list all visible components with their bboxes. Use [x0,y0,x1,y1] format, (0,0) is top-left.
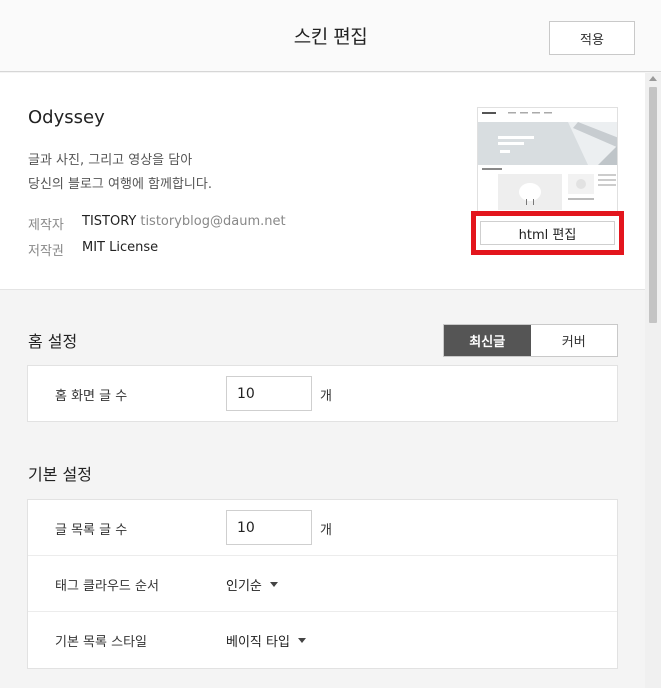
home-post-count-row: 홈 화면 글 수 10 개 [28,366,617,422]
settings-scroll-area: Odyssey 글과 사진, 그리고 영상을 담아 당신의 블로그 여행에 함께… [0,73,661,688]
post-list-count-row: 글 목록 글 수 10 개 [28,500,617,556]
tag-cloud-order-row: 태그 클라우드 순서 인기순 [28,556,617,612]
apply-button[interactable]: 적용 [549,21,635,55]
list-style-label: 기본 목록 스타일 [55,634,147,650]
tag-cloud-order-label: 태그 클라우드 순서 [55,578,159,594]
scroll-up-arrow-icon[interactable] [649,76,657,81]
list-style-value: 베이직 타입 [226,634,290,650]
home-settings-title: 홈 설정 [28,332,78,351]
scrollbar-thumb[interactable] [649,87,657,323]
tag-cloud-order-select[interactable]: 인기순 [226,556,278,612]
tag-cloud-order-value: 인기순 [226,578,262,594]
skin-info-panel: Odyssey 글과 사진, 그리고 영상을 담아 당신의 블로그 여행에 함께… [0,73,645,290]
html-edit-highlight: html 편집 [471,211,624,255]
skin-name: Odyssey [28,107,105,128]
toggle-latest-posts[interactable]: 최신글 [444,325,531,356]
license-row: 저작권 MIT License [28,240,158,259]
home-settings-panel: 홈 화면 글 수 10 개 [27,365,618,422]
maker-email: tistoryblog@daum.net [140,214,286,229]
chevron-down-icon [297,637,306,643]
post-list-count-unit: 개 [320,522,332,538]
vertical-scrollbar[interactable] [645,73,661,688]
basic-settings-panel: 글 목록 글 수 10 개 태그 클라우드 순서 인기순 기본 목록 스타일 베… [27,499,618,669]
post-list-count-label: 글 목록 글 수 [55,522,128,538]
maker-row: 제작자 TISTORY tistoryblog@daum.net [28,214,286,233]
skin-description-line-2: 당신의 블로그 여행에 함께합니다. [28,177,212,192]
home-layout-toggle: 최신글 커버 [443,324,618,357]
license-label: 저작권 [28,244,64,259]
maker-label: 제작자 [28,218,64,233]
skin-description-line-1: 글과 사진, 그리고 영상을 담아 [28,153,193,168]
skin-thumbnail [477,107,618,212]
html-edit-button[interactable]: html 편집 [480,221,615,245]
home-post-count-unit: 개 [320,388,332,404]
post-list-count-input[interactable]: 10 [226,510,312,545]
skin-preview-image [478,108,617,211]
home-post-count-label: 홈 화면 글 수 [55,388,128,404]
skin-description: 글과 사진, 그리고 영상을 담아 당신의 블로그 여행에 함께합니다. [28,149,212,197]
toggle-cover[interactable]: 커버 [531,325,618,356]
list-style-select[interactable]: 베이직 타입 [226,612,306,668]
maker-name: TISTORY [82,214,137,229]
list-style-row: 기본 목록 스타일 베이직 타입 [28,612,617,668]
editor-header: 스킨 편집 적용 [0,0,661,72]
chevron-down-icon [269,581,278,587]
home-post-count-input[interactable]: 10 [226,376,312,411]
license-value: MIT License [82,240,159,255]
basic-settings-title: 기본 설정 [28,465,92,484]
